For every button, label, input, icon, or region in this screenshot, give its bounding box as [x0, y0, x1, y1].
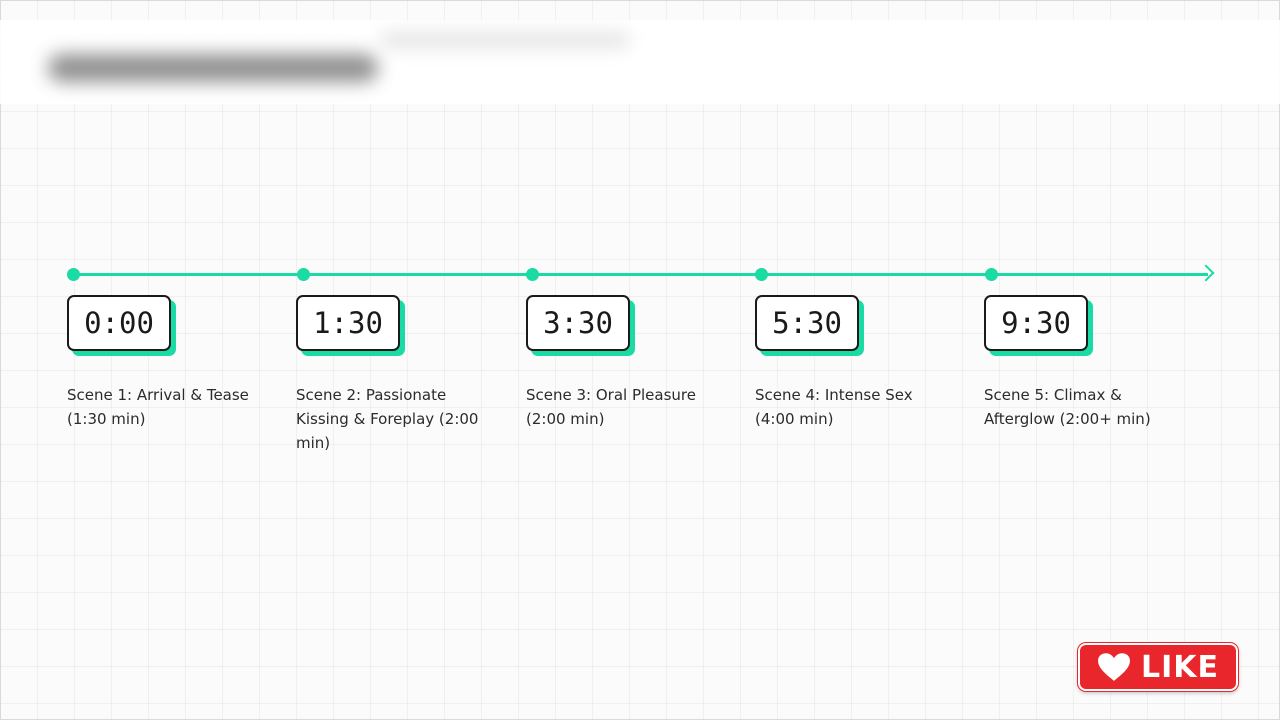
timeline-dot	[526, 268, 539, 281]
scene-label: Scene 3: Oral Pleasure (2:00 min)	[526, 386, 696, 428]
timeline-dot	[67, 268, 80, 281]
timeline-dot	[297, 268, 310, 281]
timeline-arrow-icon	[1197, 264, 1215, 282]
scene-label: Scene 2: Passionate Kissing & Foreplay (…	[296, 386, 479, 452]
milestone-3: 3:30 Scene 3: Oral Pleasure (2:00 min)	[526, 295, 716, 431]
timeline-dot	[985, 268, 998, 281]
milestone-4: 5:30 Scene 4: Intense Sex (4:00 min)	[755, 295, 945, 431]
like-button[interactable]: LIKE	[1078, 643, 1238, 691]
blurred-title-band	[0, 20, 1280, 104]
heart-icon	[1098, 653, 1130, 681]
like-label: LIKE	[1140, 649, 1220, 685]
time-badge: 5:30	[755, 295, 859, 351]
milestone-1: 0:00 Scene 1: Arrival & Tease (1:30 min)	[67, 295, 257, 431]
scene-label: Scene 4: Intense Sex (4:00 min)	[755, 386, 913, 428]
time-badge: 0:00	[67, 295, 171, 351]
scene-label: Scene 5: Climax & Afterglow (2:00+ min)	[984, 386, 1151, 428]
scene-label: Scene 1: Arrival & Tease (1:30 min)	[67, 386, 249, 428]
milestone-5: 9:30 Scene 5: Climax & Afterglow (2:00+ …	[984, 295, 1174, 431]
blurred-title-secondary	[380, 30, 630, 50]
timeline-dot	[755, 268, 768, 281]
blurred-title	[48, 54, 378, 82]
timeline-line	[73, 273, 1208, 276]
time-badge: 1:30	[296, 295, 400, 351]
milestone-2: 1:30 Scene 2: Passionate Kissing & Forep…	[296, 295, 486, 455]
time-badge: 9:30	[984, 295, 1088, 351]
time-badge: 3:30	[526, 295, 630, 351]
